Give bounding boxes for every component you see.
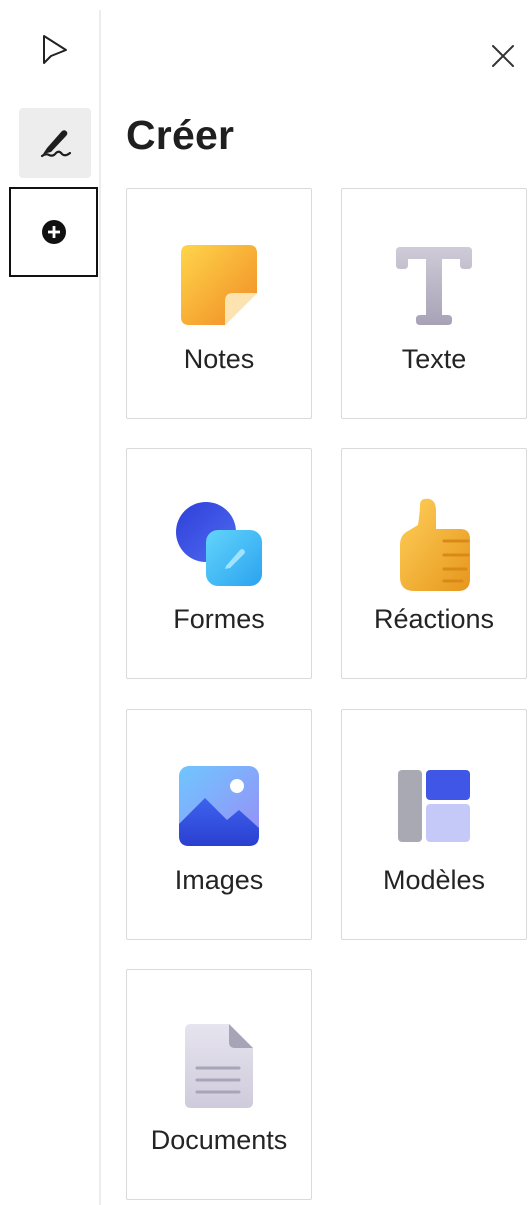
card-shapes[interactable]: Formes bbox=[126, 448, 312, 679]
thumbs-up-icon bbox=[400, 498, 470, 591]
document-icon bbox=[185, 1024, 253, 1108]
cursor-arrow-icon bbox=[43, 35, 67, 64]
pen-icon bbox=[40, 130, 72, 158]
card-text[interactable]: Texte bbox=[341, 188, 527, 419]
create-panel: Créer Notes Texte Formes Réactions Image… bbox=[101, 0, 528, 1205]
card-label: Texte bbox=[401, 344, 467, 374]
ink-tool-button[interactable] bbox=[19, 108, 91, 178]
card-label: Modèles bbox=[382, 865, 486, 895]
card-images[interactable]: Images bbox=[126, 709, 312, 940]
panel-title: Créer bbox=[126, 112, 235, 158]
card-notes[interactable]: Notes bbox=[126, 188, 312, 419]
card-label: Réactions bbox=[373, 604, 495, 634]
select-tool-button[interactable] bbox=[19, 15, 91, 85]
card-label: Notes bbox=[183, 344, 255, 374]
sticky-note-icon bbox=[181, 245, 257, 325]
template-icon bbox=[398, 770, 470, 842]
image-icon bbox=[179, 766, 259, 846]
card-label: Images bbox=[174, 865, 264, 895]
card-templates[interactable]: Modèles bbox=[341, 709, 527, 940]
card-label: Documents bbox=[150, 1125, 288, 1155]
plus-circle-icon bbox=[41, 220, 66, 244]
close-icon bbox=[492, 45, 514, 67]
create-tool-button[interactable] bbox=[9, 187, 98, 277]
shapes-icon bbox=[176, 502, 262, 586]
close-button[interactable] bbox=[483, 36, 523, 76]
tool-rail bbox=[0, 0, 100, 1205]
text-icon bbox=[396, 247, 472, 325]
card-reactions[interactable]: Réactions bbox=[341, 448, 527, 679]
card-documents[interactable]: Documents bbox=[126, 969, 312, 1200]
card-label: Formes bbox=[173, 604, 265, 634]
